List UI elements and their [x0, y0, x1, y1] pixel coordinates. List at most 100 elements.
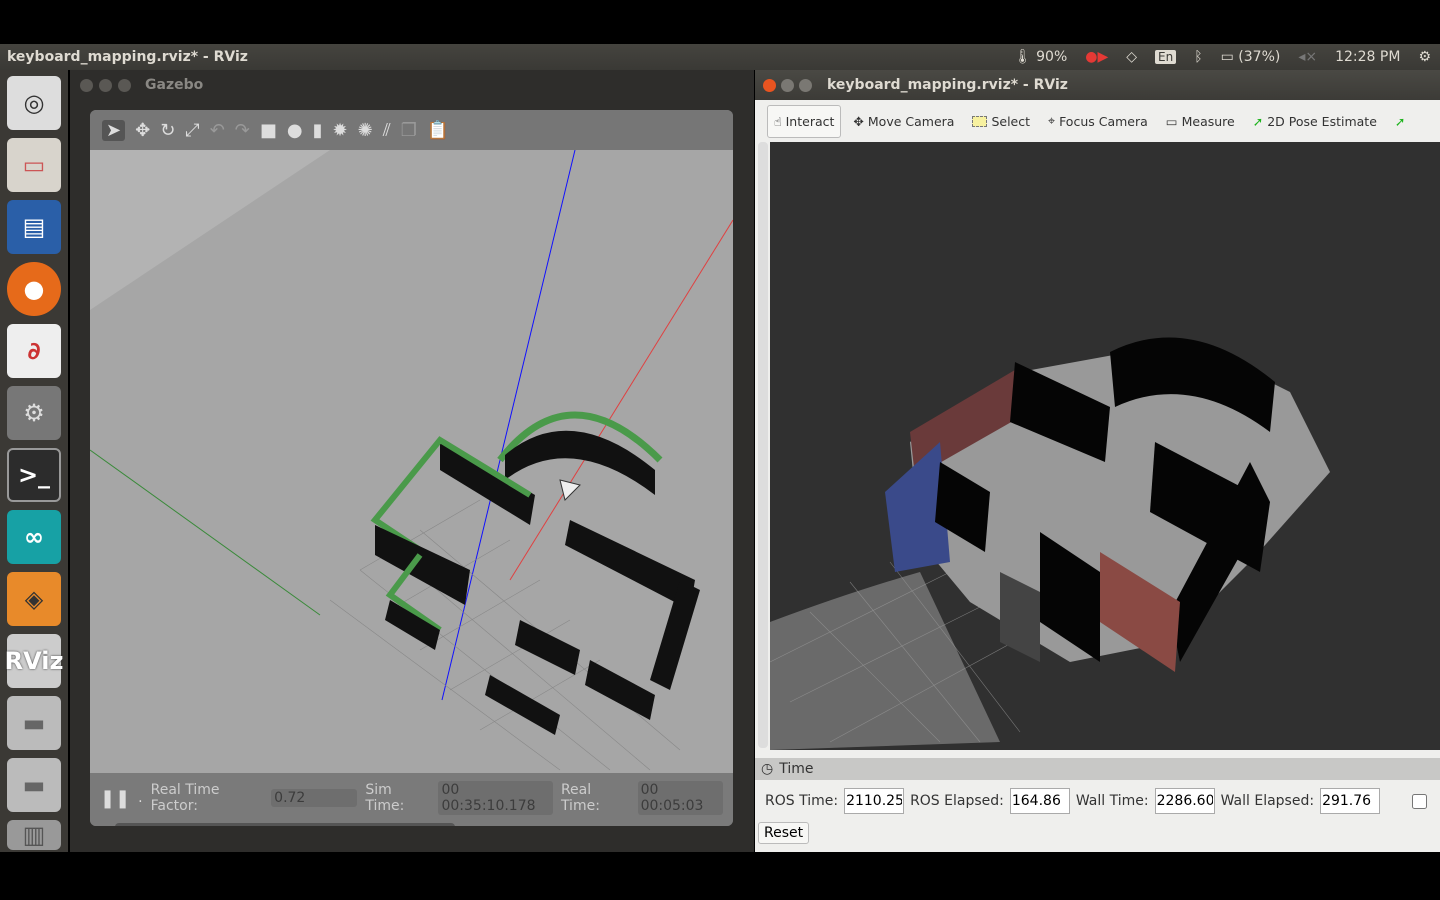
step-dot: .: [138, 790, 143, 806]
disk-icon[interactable]: ▬: [7, 696, 61, 750]
wifi-icon[interactable]: ◇: [1126, 49, 1137, 65]
ros-time-label: ROS Time:: [765, 793, 839, 809]
temperature-value: 90%: [1036, 49, 1068, 65]
disk-icon[interactable]: ▬: [7, 758, 61, 812]
directional-light-icon[interactable]: ⫽: [383, 120, 391, 141]
ros-elapsed-field[interactable]: [1009, 788, 1070, 814]
clock-icon: ◷: [761, 761, 774, 777]
maximize-button[interactable]: [799, 78, 812, 92]
maximize-button[interactable]: [118, 78, 131, 92]
battery-indicator[interactable]: ▭ (37%): [1221, 49, 1281, 65]
real-time-value: 00 00:05:03: [637, 781, 723, 815]
battery-value: (37%): [1238, 49, 1281, 65]
real-time-factor-label: Real Time Factor:: [150, 782, 220, 814]
trash-icon[interactable]: ▥: [7, 820, 61, 850]
tool-label: Select: [991, 113, 1031, 129]
minimize-button[interactable]: [99, 78, 112, 92]
redo-icon[interactable]: ↷: [235, 120, 250, 141]
keyboard-layout[interactable]: En: [1155, 50, 1177, 64]
wall-elapsed-field[interactable]: [1320, 788, 1381, 814]
undo-icon[interactable]: ↶: [210, 120, 225, 141]
left-dock-splitter[interactable]: [758, 142, 768, 748]
sketchup-icon[interactable]: ◈: [7, 572, 61, 626]
tool-select[interactable]: Select: [966, 106, 1036, 137]
crosshair-icon: ⌖: [1048, 113, 1056, 128]
tool-2d-nav-goal[interactable]: ➚: [1389, 106, 1411, 137]
rviz-titlebar: keyboard_mapping.rviz* - RViz: [755, 70, 1440, 100]
tool-move-camera[interactable]: ✥ Move Camera: [847, 106, 960, 137]
tool-label: Focus Camera: [1059, 113, 1148, 129]
document-viewer-icon[interactable]: ∂: [7, 324, 61, 378]
gazebo-window: Gazebo ➤ ✥ ↻ ⤢ ↶ ↷ ■ ● ▮ ✹ ✺ ⫽ ❐ 📋 ❚❚ . …: [70, 70, 754, 852]
arduino-icon[interactable]: ∞: [7, 510, 61, 564]
scale-icon[interactable]: ⤢: [185, 120, 199, 141]
ruler-icon: ▭: [1165, 113, 1178, 129]
tool-label: 2D Pose Estimate: [1267, 113, 1377, 129]
tool-interact[interactable]: ☝ Interact: [767, 104, 842, 138]
select-box-icon: [972, 115, 988, 127]
minimize-button[interactable]: [781, 78, 794, 92]
wall-elapsed-label: Wall Elapsed:: [1220, 793, 1315, 809]
translate-icon[interactable]: ✥: [135, 120, 150, 141]
gazebo-toolbar: ➤ ✥ ↻ ⤢ ↶ ↷ ■ ● ▮ ✹ ✺ ⫽ ❐ 📋: [90, 110, 733, 150]
green-arrow-icon: ➚: [1252, 113, 1264, 129]
spot-light-icon[interactable]: ✺: [358, 120, 373, 141]
system-settings-icon[interactable]: ⚙: [7, 386, 61, 440]
hand-icon: ☝: [774, 113, 782, 129]
ros-time-field[interactable]: [844, 788, 905, 814]
top-panel: keyboard_mapping.rviz* - RViz 🌡 90% ●▶ ◇…: [0, 44, 1440, 70]
time-panel: ◷Time ROS Time: ROS Elapsed: Wall Time: …: [755, 758, 1440, 852]
rviz-icon[interactable]: RViz: [5, 634, 63, 688]
clock[interactable]: 12:28 PM: [1335, 49, 1400, 65]
reset-button[interactable]: Reset: [758, 822, 810, 844]
box-icon[interactable]: ■: [260, 120, 277, 141]
green-arrow-icon: ➚: [1394, 113, 1406, 129]
tool-label: Interact: [785, 113, 835, 129]
horizontal-scrollbar[interactable]: [115, 823, 455, 826]
copy-icon[interactable]: ❐: [401, 120, 417, 141]
rviz-toolbar: ☝ Interact ✥ Move Camera Select ⌖ Focus Cam…: [755, 100, 1440, 142]
close-button[interactable]: [80, 78, 93, 92]
power-gear-icon[interactable]: ⚙: [1418, 49, 1431, 65]
gazebo-titlebar: Gazebo: [70, 70, 754, 100]
files-icon[interactable]: ▭: [7, 138, 61, 192]
ubuntu-dash-icon[interactable]: ◎: [7, 76, 61, 130]
move-camera-icon: ✥: [853, 113, 864, 129]
terminal-icon[interactable]: >_: [7, 448, 61, 502]
wall-time-label: Wall Time:: [1075, 793, 1149, 809]
rviz-title: keyboard_mapping.rviz* - RViz: [827, 77, 1068, 93]
firefox-icon[interactable]: ●: [7, 262, 61, 316]
select-arrow-icon[interactable]: ➤: [102, 119, 126, 141]
rviz-3d-viewport[interactable]: [769, 142, 1440, 750]
tool-2d-pose-estimate[interactable]: ➚ 2D Pose Estimate: [1247, 106, 1383, 137]
gazebo-3d-viewport[interactable]: [90, 149, 733, 773]
cylinder-icon[interactable]: ▮: [313, 120, 323, 141]
paste-icon[interactable]: 📋: [427, 120, 449, 141]
sim-time-value: 00 00:35:10.178: [438, 781, 553, 815]
battery-icon: ▭: [1220, 49, 1234, 65]
wall-time-field[interactable]: [1154, 788, 1215, 814]
sphere-icon[interactable]: ●: [287, 120, 303, 141]
ros-elapsed-label: ROS Elapsed:: [910, 793, 1004, 809]
real-time-factor-value: 0.72: [271, 789, 358, 807]
tool-label: Measure: [1181, 113, 1235, 129]
tool-measure[interactable]: ▭ Measure: [1160, 106, 1241, 137]
point-light-icon[interactable]: ✹: [333, 120, 348, 141]
temperature-indicator[interactable]: 🌡 90%: [1014, 49, 1067, 65]
pause-button[interactable]: ❚❚: [100, 788, 130, 809]
rotate-icon[interactable]: ↻: [160, 120, 175, 141]
writer-icon[interactable]: ▤: [7, 200, 61, 254]
time-panel-title: Time: [779, 761, 814, 777]
gazebo-status-bar: ❚❚ . Real Time Factor: 0.72 Sim Time: 00…: [90, 773, 733, 826]
tool-focus-camera[interactable]: ⌖ Focus Camera: [1042, 105, 1154, 137]
gazebo-title: Gazebo: [145, 77, 204, 93]
launcher: ◎ ▭ ▤ ● ∂ ⚙ >_ ∞ ◈ RViz ▬ ▬ ▥: [0, 70, 68, 852]
real-time-label: Real Time:: [560, 782, 600, 814]
close-button[interactable]: [763, 78, 776, 92]
bluetooth-icon[interactable]: ᛒ: [1194, 49, 1202, 65]
rviz-window: keyboard_mapping.rviz* - RViz ☝ Interact …: [755, 70, 1440, 852]
camera-record-icon[interactable]: ●▶: [1085, 49, 1108, 65]
experimental-checkbox[interactable]: [1412, 793, 1428, 809]
thermometer-icon: 🌡: [1013, 49, 1032, 65]
volume-muted-icon[interactable]: ◂×: [1298, 49, 1317, 65]
